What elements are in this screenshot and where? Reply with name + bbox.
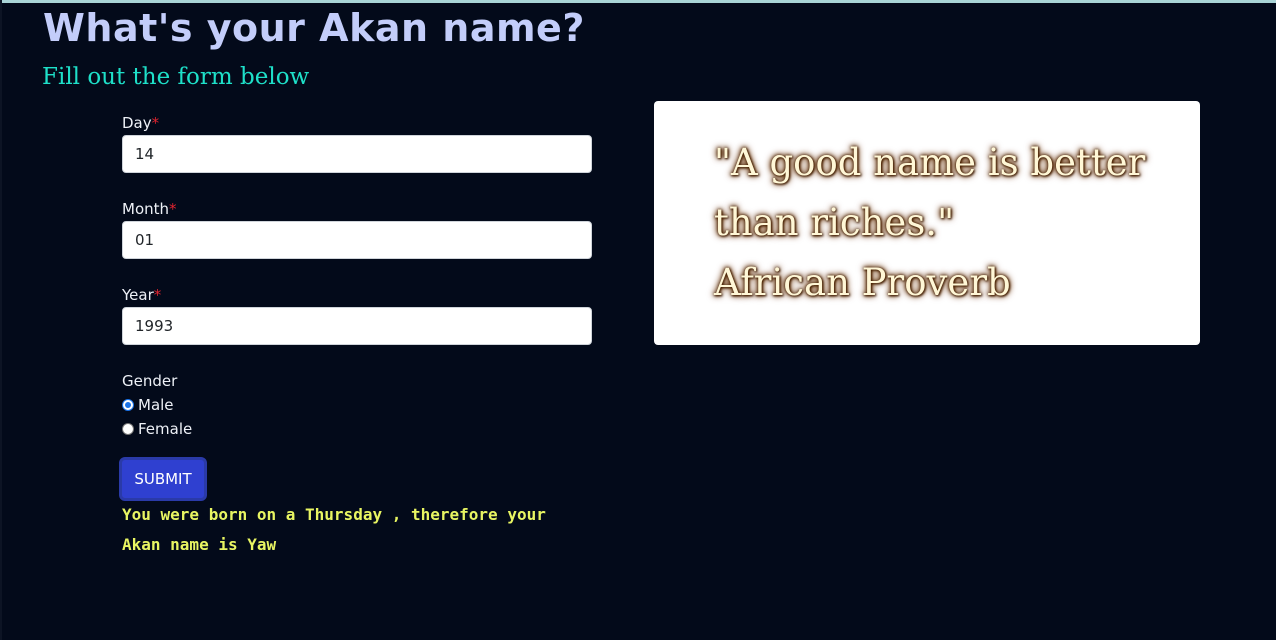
male-radio-label[interactable]: Male [138, 396, 174, 414]
result-line-2: Akan name is Yaw [122, 535, 277, 554]
required-mark: * [151, 114, 160, 132]
year-label: Year* [122, 284, 161, 306]
window-top-edge [0, 0, 1276, 3]
day-input[interactable] [122, 135, 592, 173]
quote-line-1: "A good name is better [714, 141, 1146, 184]
page-subtitle: Fill out the form below [42, 64, 310, 90]
result-message: You were born on a Thursday , therefore … [122, 500, 592, 560]
month-label-text: Month [122, 200, 170, 218]
gender-option-female[interactable]: Female [122, 418, 192, 440]
male-radio[interactable] [122, 399, 134, 411]
quote-line-2: than riches." [714, 201, 955, 244]
year-input[interactable] [122, 307, 592, 345]
female-radio-label[interactable]: Female [138, 420, 192, 438]
year-label-text: Year [122, 286, 154, 304]
day-label-text: Day [122, 114, 152, 132]
female-radio[interactable] [122, 423, 134, 435]
month-label: Month* [122, 198, 177, 220]
proverb-image: "A good name is better than riches." Afr… [654, 101, 1200, 345]
window-left-edge [0, 0, 2, 640]
required-mark: * [153, 286, 162, 304]
result-line-1: You were born on a Thursday , therefore … [122, 505, 546, 524]
page-title: What's your Akan name? [43, 6, 585, 50]
required-mark: * [169, 200, 177, 218]
day-label: Day* [122, 112, 159, 134]
gender-option-male[interactable]: Male [122, 394, 174, 416]
gender-label: Gender [122, 372, 178, 390]
proverb-quote: "A good name is better than riches." Afr… [714, 133, 1174, 313]
month-input[interactable] [122, 221, 592, 259]
quote-line-3: African Proverb [714, 261, 1011, 304]
submit-button[interactable]: SUBMIT [119, 457, 207, 501]
